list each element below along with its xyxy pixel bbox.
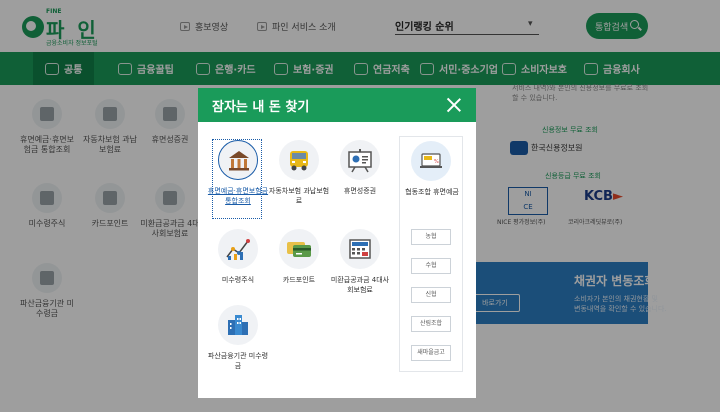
cooperative-panel: % 협동조합 휴면예금 농협 수협 신협 산림조합 새마을금고 [399, 136, 463, 372]
modal-header: 잠자는 내 돈 찾기 [198, 88, 476, 122]
svg-text:%: % [434, 159, 439, 165]
bank-icon [218, 140, 258, 180]
modal-item-bankrupt-institution[interactable]: 파산금융기관 미수령금 [207, 305, 269, 371]
modal-item-label: 미수령주식 [221, 276, 255, 284]
modal-item-label: 휴면성증권 [343, 187, 377, 195]
presentation-chart-icon [340, 140, 380, 180]
buildings-icon [218, 305, 258, 345]
modal-item-unclaimed-stock[interactable]: 미수령주식 [207, 229, 269, 285]
modal-item-label: 파산금융기관 미수령금 [207, 352, 269, 370]
modal-item-dormant-deposit[interactable]: 휴면예금·휴면보험금 통합조회 [207, 140, 269, 206]
modal-item-label: 휴면예금·휴면보험금 통합조회 [207, 187, 269, 205]
cooperative-label: 협동조합 휴면예금 [405, 188, 459, 196]
modal-item-label: 자동차보험 과납보험료 [268, 187, 330, 205]
shinhyup-button[interactable]: 신협 [411, 287, 451, 303]
find-dormant-money-modal: 잠자는 내 돈 찾기 휴면예금·휴면보험금 통합조회 자동차보험 과납보험료 휴… [198, 88, 476, 398]
saemaul-button[interactable]: 새마을금고 [411, 345, 451, 361]
modal-item-label: 카드포인트 [282, 276, 316, 284]
modal-item-label: 미환급공과금 4대사회보험료 [330, 276, 390, 294]
modal-title: 잠자는 내 돈 찾기 [212, 100, 310, 115]
forestry-cooperative-button[interactable]: 산림조합 [411, 316, 451, 332]
suhyup-button[interactable]: 수협 [411, 258, 451, 274]
laptop-icon: % [411, 141, 451, 181]
card-icon [279, 229, 319, 269]
close-icon[interactable] [446, 97, 462, 113]
modal-item-card-point[interactable]: 카드포인트 [268, 229, 330, 285]
line-chart-icon [218, 229, 258, 269]
modal-item-unpaid-tax[interactable]: 미환급공과금 4대사회보험료 [329, 229, 391, 295]
modal-item-dormant-securities[interactable]: 휴면성증권 [329, 140, 391, 196]
calculator-icon [340, 229, 380, 269]
modal-item-car-insurance[interactable]: 자동차보험 과납보험료 [268, 140, 330, 206]
bus-icon [279, 140, 319, 180]
nonghyup-button[interactable]: 농협 [411, 229, 451, 245]
